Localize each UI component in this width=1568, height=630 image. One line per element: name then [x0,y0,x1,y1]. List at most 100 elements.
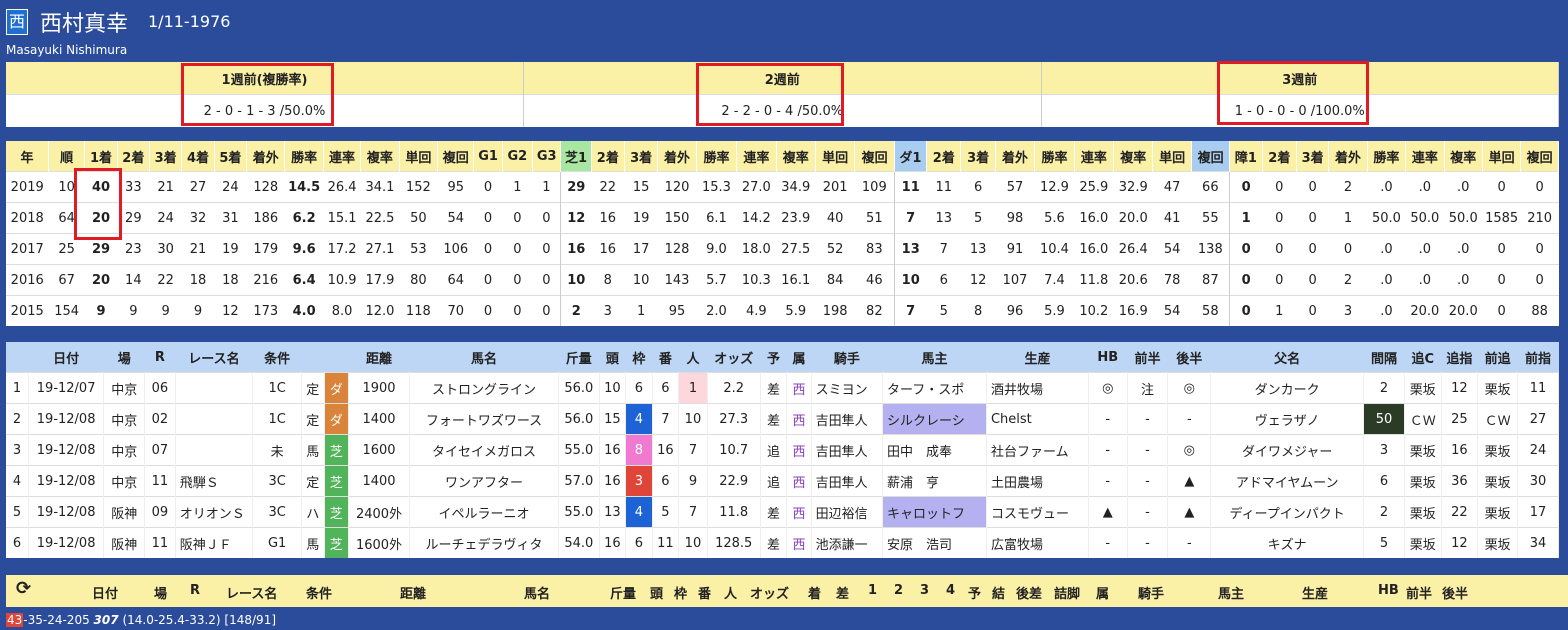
races-col-header[interactable]: 人 [678,342,708,373]
stats-col-header[interactable]: 連率 [323,141,362,172]
stats-col-header[interactable]: 連率 [1074,141,1115,172]
bottom-col-label[interactable]: 属 [1096,583,1109,602]
bottom-col-label[interactable]: 4 [946,583,955,598]
races-col-header[interactable]: 追C [1404,342,1442,373]
stats-col-header[interactable]: 着外 [995,141,1036,172]
races-col-header[interactable]: 間隔 [1363,342,1405,373]
stats-col-header[interactable]: G2 [502,141,534,172]
races-col-header[interactable]: 斤量 [558,342,600,373]
stats-col-header[interactable]: 連率 [736,141,777,172]
stats-col-header[interactable]: 3着 [960,141,996,172]
bottom-col-label[interactable]: 番 [698,583,711,602]
races-col-header[interactable]: 日付 [28,342,104,373]
races-col-header[interactable]: 騎手 [811,342,883,373]
bottom-col-label[interactable]: 2 [894,583,903,598]
races-col-header[interactable] [6,342,29,373]
bottom-col-label[interactable]: 日付 [92,583,118,602]
races-col-header[interactable]: レース名 [175,342,253,373]
races-col-header[interactable]: 追指 [1441,342,1478,373]
race-row[interactable]: 5 19-12/08 阪神 09 オリオンＳ 3C ハ芝 2400外 イペルラーニオ 55.0 13… [6,496,1559,528]
race-row[interactable]: 1 19-12/07 中京 06 1C 定ダ 1900 ストロングライン 56.0 10 6 6 1 2.… [6,372,1559,404]
reload-icon[interactable]: ⟳ [16,578,31,599]
bottom-col-label[interactable]: HB [1378,583,1399,598]
stats-col-header[interactable]: 芝1 [560,141,592,172]
races-col-header[interactable]: R [144,342,176,373]
stats-col-header[interactable]: 単回 [815,141,856,172]
stats-col-header[interactable]: 勝率 [1367,141,1407,172]
stats-col-header[interactable]: 複率 [776,141,816,172]
stats-col-header[interactable]: 年 [6,141,49,172]
stats-col-header[interactable]: 連率 [1405,141,1445,172]
bottom-col-label[interactable]: 馬主 [1218,583,1244,602]
stats-col-header[interactable]: 複率 [1444,141,1483,172]
bottom-col-label[interactable]: 枠 [674,583,687,602]
races-col-header[interactable]: 馬名 [409,342,559,373]
races-col-header[interactable]: 場 [103,342,145,373]
races-col-header[interactable]: 属 [786,342,812,373]
stats-col-header[interactable]: 複回 [1191,141,1231,172]
stats-col-header[interactable]: 4着 [181,141,215,172]
stats-col-header[interactable]: 2着 [591,141,625,172]
stats-col-header[interactable]: 単回 [1152,141,1192,172]
races-col-header[interactable]: 頭 [599,342,626,373]
stats-col-header[interactable]: 単回 [399,141,439,172]
bottom-col-label[interactable]: オッズ [750,583,789,602]
bottom-col-label[interactable]: 詰脚 [1054,583,1080,602]
stats-col-header[interactable]: G3 [532,141,562,172]
races-col-header[interactable]: 生産 [986,342,1089,373]
races-col-header[interactable]: 父名 [1210,342,1364,373]
bottom-col-label[interactable]: 結 [992,583,1005,602]
bottom-col-label[interactable]: 差 [836,583,849,602]
races-col-header[interactable]: 前指 [1517,342,1559,373]
stats-col-header[interactable]: 3着 [149,141,183,172]
stats-col-header[interactable]: 着外 [1328,141,1368,172]
bottom-col-label[interactable]: 馬名 [524,583,550,602]
stats-col-header[interactable]: 3着 [1296,141,1330,172]
stats-col-header[interactable]: 勝率 [696,141,738,172]
bottom-col-label[interactable]: 前半 [1406,583,1432,602]
bottom-col-label[interactable]: 着 [808,583,821,602]
stats-col-header[interactable]: 1着 [84,141,118,172]
bottom-col-label[interactable]: 1 [868,583,877,598]
stats-col-header[interactable]: 2着 [926,141,962,172]
races-col-header[interactable]: 馬主 [882,342,987,373]
stats-col-header[interactable]: 複率 [360,141,400,172]
bottom-col-label[interactable]: 条件 [306,583,332,602]
stats-col-header[interactable]: 複回 [854,141,895,172]
bottom-col-label[interactable]: 距離 [400,583,426,602]
stats-col-header[interactable]: 順 [48,141,86,172]
races-col-header[interactable]: HB [1088,342,1128,373]
bottom-col-label[interactable]: 頭 [650,583,663,602]
races-col-header[interactable]: 枠 [625,342,653,373]
bottom-col-label[interactable]: 予 [968,583,981,602]
bottom-col-label[interactable]: 人 [724,583,737,602]
races-col-header[interactable] [324,342,349,373]
bottom-col-label[interactable]: 生産 [1302,583,1328,602]
races-col-header[interactable]: 距離 [348,342,410,373]
race-row[interactable]: 4 19-12/08 中京 11 飛騨Ｓ 3C 定芝 1400 ワンアフター 57.0 16 3 6 9 2… [6,465,1559,497]
bottom-col-label[interactable]: 後半 [1442,583,1468,602]
bottom-col-label[interactable]: 3 [920,583,929,598]
stats-col-header[interactable]: 勝率 [1034,141,1075,172]
race-row[interactable]: 2 19-12/08 中京 02 1C 定ダ 1400 フォートワズワース 56.0 15 4 7 10… [6,403,1559,435]
stats-col-header[interactable]: 着外 [657,141,697,172]
races-col-header[interactable]: 予 [760,342,787,373]
stats-col-header[interactable]: 単回 [1482,141,1522,172]
stats-col-header[interactable]: 障1 [1229,141,1263,172]
bottom-col-label[interactable]: 後差 [1016,583,1042,602]
stats-col-header[interactable]: 3着 [624,141,659,172]
stats-col-header[interactable]: 複率 [1113,141,1154,172]
stats-col-header[interactable]: 着外 [246,141,286,172]
bottom-col-label[interactable]: R [190,583,200,598]
stats-col-header[interactable]: 勝率 [284,141,324,172]
bottom-col-label[interactable]: 斤量 [610,583,636,602]
stats-col-header[interactable]: 複回 [1520,141,1559,172]
races-col-header[interactable]: 前半 [1127,342,1168,373]
bottom-col-label[interactable]: 騎手 [1138,583,1164,602]
stats-col-header[interactable]: 複回 [437,141,475,172]
races-col-header[interactable]: 前追 [1477,342,1518,373]
race-row[interactable]: 3 19-12/08 中京 07 未馬芝 1600 タイセイメガロス 55.0 16 8 16 7 10… [6,434,1559,466]
races-col-header[interactable]: 番 [652,342,679,373]
stats-col-header[interactable]: G1 [473,141,503,172]
stats-col-header[interactable]: 2着 [1262,141,1297,172]
